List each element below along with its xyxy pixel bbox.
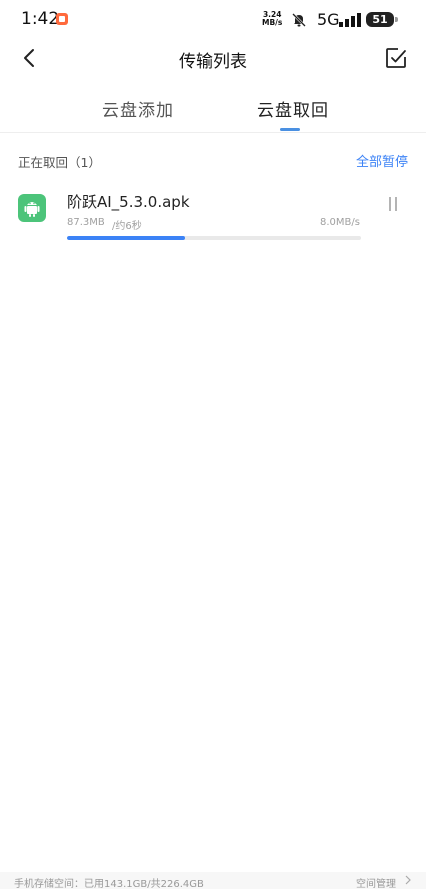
screen-record-icon [56,13,68,25]
battery-icon: 51 [366,12,394,27]
pause-icon [389,197,397,211]
list-item[interactable]: 阶跃AI_5.3.0.apk 87.3MB /约6秒 8.0MB/s [0,180,426,246]
battery-tip [395,17,398,22]
network-speed-unit: MB/s [262,18,283,27]
chevron-right-icon [404,875,412,888]
active-tab-indicator [280,128,300,131]
status-bar: 1:42 3.24 MB/s 5G 51 [0,0,426,40]
progress-fill [67,236,185,240]
tab-cloud-retrieve[interactable]: 云盘取回 [257,96,329,121]
section-title: 正在取回（1） [18,155,101,170]
network-speed: 3.24 MB/s [262,11,282,27]
android-file-icon [18,194,46,222]
storage-footer: 手机存储空间：已用143.1GB/共226.4GB 空间管理 [0,872,426,890]
network-type: 5G [317,10,340,29]
file-size: 87.3MB [67,217,105,228]
bell-off-icon [291,12,307,32]
pause-button[interactable] [384,195,402,213]
pause-all-button[interactable]: 全部暂停 [356,151,408,170]
status-time: 1:42 [21,9,60,29]
checkbox-edit-icon [386,48,406,68]
progress-bar [67,236,361,240]
file-name: 阶跃AI_5.3.0.apk [67,193,190,211]
multi-select-button[interactable] [384,46,408,70]
time-remaining: /约6秒 [112,221,142,232]
transfer-speed: 8.0MB/s [320,217,360,228]
signal-icon [339,12,363,31]
space-management-link[interactable]: 空间管理 [356,875,396,890]
storage-usage: 手机存储空间：已用143.1GB/共226.4GB [14,879,204,890]
page-title: 传输列表 [179,52,247,72]
tab-cloud-add[interactable]: 云盘添加 [102,96,174,121]
tab-bar: 云盘添加 云盘取回 [0,88,426,133]
top-app-bar: 传输列表 [0,38,426,78]
